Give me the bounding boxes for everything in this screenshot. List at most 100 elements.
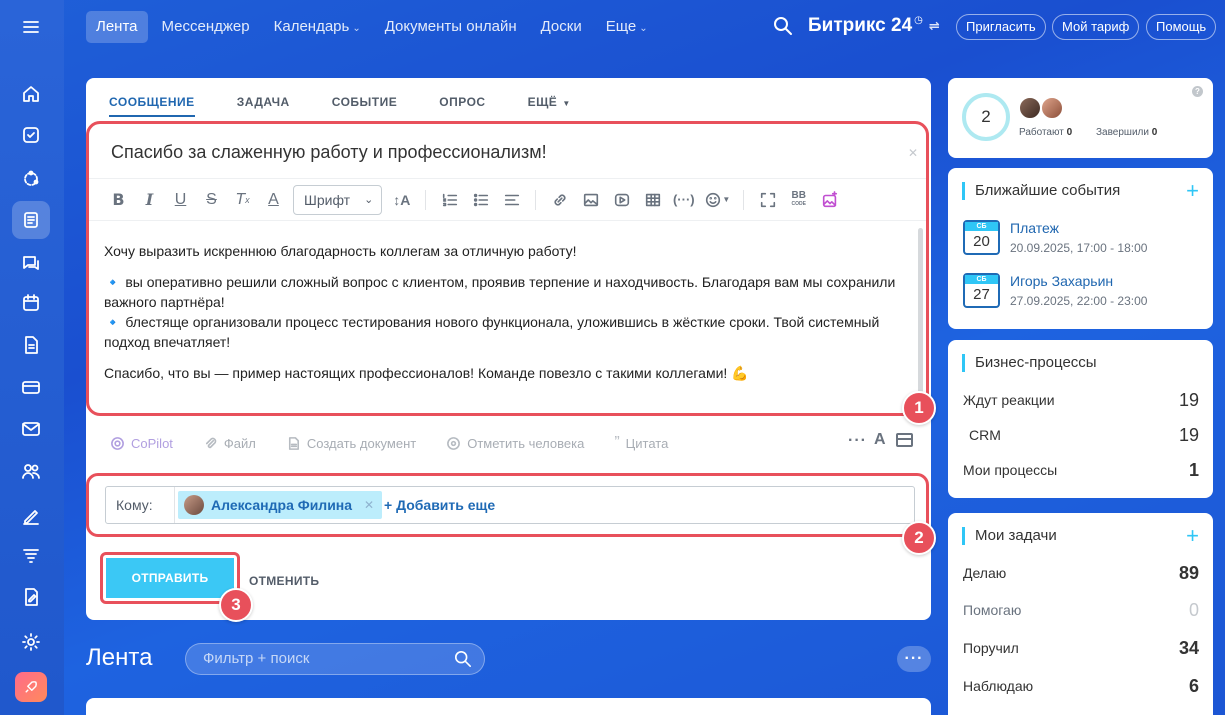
event-title[interactable]: Платеж: [1010, 220, 1059, 236]
copilot-button[interactable]: CoPilot: [110, 436, 173, 451]
tab-task[interactable]: ЗАДАЧА: [237, 95, 290, 117]
avatar[interactable]: [1019, 97, 1041, 119]
feed-more-button[interactable]: ···: [897, 646, 931, 672]
card-icon[interactable]: [12, 368, 50, 406]
underline-button[interactable]: U: [165, 186, 196, 214]
message-body[interactable]: Хочу выразить искреннюю благодарность ко…: [104, 241, 904, 394]
video-icon[interactable]: [606, 186, 637, 214]
step-badge-3: 3: [219, 588, 253, 622]
tab-poll[interactable]: ОПРОС: [439, 95, 485, 117]
calendar-icon[interactable]: [12, 284, 50, 322]
nav-more[interactable]: Еще ⌄: [596, 11, 658, 43]
image-icon[interactable]: [575, 186, 606, 214]
nav-feed[interactable]: Лента: [86, 11, 148, 43]
task-row-value[interactable]: 34: [1179, 638, 1199, 659]
feed-search-input[interactable]: Фильтр + поиск: [185, 643, 485, 675]
task-row-value[interactable]: 0: [1189, 600, 1199, 621]
tab-more[interactable]: ЕЩЁ ▼: [528, 95, 571, 117]
align-button[interactable]: [496, 186, 527, 214]
bbcode-icon[interactable]: BB CODE: [783, 186, 814, 214]
editor-scrollbar[interactable]: [918, 228, 923, 408]
plus-icon[interactable]: +: [1186, 523, 1199, 549]
search-icon[interactable]: [454, 650, 472, 668]
task-row-label[interactable]: Помогаю: [963, 602, 1021, 618]
task-row-label[interactable]: Поручил: [963, 640, 1019, 656]
help-button[interactable]: Помощь: [1146, 14, 1217, 40]
bp-row-value[interactable]: 19: [1179, 425, 1199, 446]
nav-calendar[interactable]: Календарь ⌄: [264, 11, 371, 43]
feed-icon[interactable]: [12, 201, 50, 239]
toolbar-divider: [743, 189, 745, 210]
task-row-label[interactable]: Наблюдаю: [963, 678, 1033, 694]
bold-button[interactable]: B: [103, 186, 134, 214]
close-icon[interactable]: ✕: [908, 146, 918, 160]
clear-format-button[interactable]: Tx: [227, 186, 258, 214]
fullscreen-icon[interactable]: [752, 186, 783, 214]
sign-icon[interactable]: [12, 496, 50, 534]
search-icon[interactable]: [773, 16, 793, 36]
text-color-button[interactable]: A: [258, 186, 289, 214]
home-icon[interactable]: [12, 75, 50, 113]
users-icon[interactable]: [12, 452, 50, 490]
avatar[interactable]: [1041, 97, 1063, 119]
task-row-value[interactable]: 89: [1179, 563, 1199, 584]
rocket-icon[interactable]: [15, 672, 47, 702]
bp-row-label[interactable]: Ждут реакции: [963, 392, 1055, 408]
tasks-icon[interactable]: [12, 116, 50, 154]
font-select[interactable]: Шрифт ⌄: [293, 184, 383, 215]
strikethrough-button[interactable]: S: [196, 186, 227, 214]
document-icon[interactable]: [12, 326, 50, 364]
task-row-label[interactable]: Делаю: [963, 565, 1006, 581]
cancel-button[interactable]: ОТМЕНИТЬ: [249, 574, 319, 588]
nav-messenger[interactable]: Мессенджер: [152, 11, 260, 43]
task-row-value[interactable]: 6: [1189, 676, 1199, 697]
numbered-list-button[interactable]: [434, 186, 465, 214]
edit-doc-icon[interactable]: [12, 578, 50, 616]
event-title[interactable]: Игорь Захарьин: [1010, 273, 1113, 289]
crm-icon[interactable]: [12, 160, 50, 198]
chat-icon[interactable]: [12, 243, 50, 281]
plus-icon[interactable]: +: [1186, 178, 1199, 204]
help-icon[interactable]: ?: [1192, 86, 1203, 97]
attach-file-button[interactable]: Файл: [203, 436, 256, 451]
calendar-date-icon: СБ 20: [963, 220, 1000, 255]
italic-button[interactable]: I: [134, 186, 165, 214]
add-recipient-link[interactable]: + Добавить еще: [384, 497, 495, 513]
link-icon[interactable]: [544, 186, 575, 214]
bullet-list-button[interactable]: [465, 186, 496, 214]
bp-row-label[interactable]: CRM: [969, 427, 1001, 443]
tab-message[interactable]: СООБЩЕНИЕ: [109, 95, 195, 117]
bp-row-label[interactable]: Мои процессы: [963, 462, 1057, 478]
filter-icon[interactable]: [12, 537, 50, 575]
text-format-icon[interactable]: A: [874, 431, 886, 449]
nav-boards[interactable]: Доски: [531, 11, 592, 43]
menu-icon[interactable]: [12, 8, 50, 46]
nav-documents[interactable]: Документы онлайн: [375, 11, 527, 43]
brand-logo[interactable]: Битрикс 24 ◷ ⇌: [808, 15, 940, 37]
sliders-icon[interactable]: ⇌: [929, 18, 940, 34]
ai-image-icon[interactable]: [814, 186, 845, 214]
more-options-icon[interactable]: ···: [848, 432, 867, 450]
table-icon[interactable]: [637, 186, 668, 214]
message-editor: Спасибо за слаженную работу и профессион…: [86, 121, 929, 416]
create-document-button[interactable]: Создать документ: [286, 436, 416, 451]
mention-button[interactable]: Отметить человека: [446, 436, 584, 451]
emoji-icon[interactable]: ▼: [699, 186, 735, 214]
online-counter[interactable]: 2: [962, 93, 1010, 141]
tariff-button[interactable]: Мой тариф: [1052, 14, 1140, 40]
mail-icon[interactable]: [12, 410, 50, 448]
settings-icon[interactable]: [12, 623, 50, 661]
bp-row-value[interactable]: 1: [1189, 460, 1199, 481]
bp-row-value[interactable]: 19: [1179, 390, 1199, 411]
tab-event[interactable]: СОБЫТИЕ: [332, 95, 398, 117]
code-icon[interactable]: (···): [668, 186, 699, 214]
quote-button[interactable]: ” Цитата: [614, 434, 668, 452]
recipients-field[interactable]: Кому: Александра Филина ✕ + Добавить еще: [105, 486, 915, 524]
panel-toggle-icon[interactable]: [896, 433, 913, 447]
send-button[interactable]: ОТПРАВИТЬ: [106, 558, 234, 598]
title-input[interactable]: Спасибо за слаженную работу и профессион…: [111, 142, 547, 163]
font-size-button[interactable]: ↕A: [386, 186, 417, 214]
invite-button[interactable]: Пригласить: [956, 14, 1046, 40]
remove-icon[interactable]: ✕: [364, 498, 374, 512]
recipient-chip[interactable]: Александра Филина ✕: [178, 491, 383, 519]
